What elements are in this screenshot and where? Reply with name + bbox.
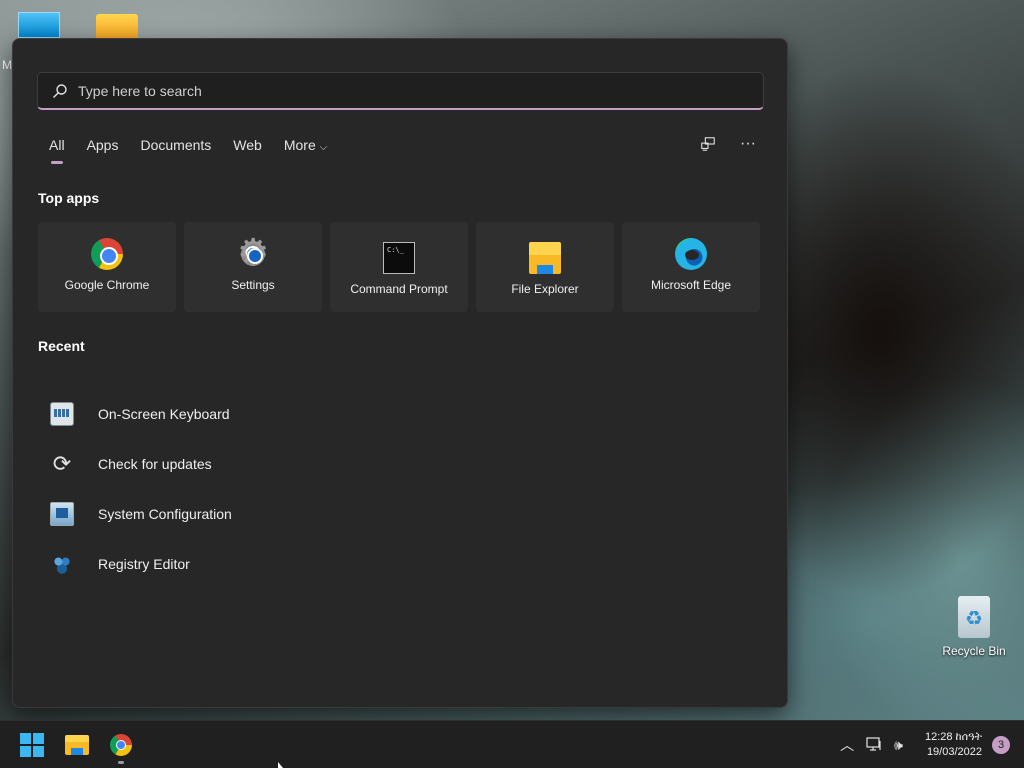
- recent-item-check-for-updates[interactable]: ⟳ Check for updates: [38, 439, 765, 489]
- volume-icon[interactable]: 🕪: [894, 737, 903, 754]
- search-icon: [53, 83, 67, 98]
- desktop-monitor-icon[interactable]: [18, 12, 60, 38]
- recycle-bin[interactable]: Recycle Bin: [936, 596, 1012, 658]
- file-explorer-icon: [65, 735, 89, 755]
- recent-item-label: System Configuration: [98, 506, 232, 522]
- share-window-icon[interactable]: [699, 135, 717, 153]
- clock[interactable]: 12:28 ከሰዓት 19/03/2022: [925, 730, 982, 760]
- refresh-icon: ⟳: [52, 451, 72, 476]
- app-tile-microsoft-edge[interactable]: Microsoft Edge: [622, 222, 760, 312]
- desktop-icon-label: M: [2, 58, 12, 72]
- search-box[interactable]: [37, 72, 764, 110]
- app-tile-file-explorer[interactable]: File Explorer: [476, 222, 614, 312]
- chevron-up-icon[interactable]: ︿: [840, 735, 854, 755]
- edge-icon: [675, 238, 707, 270]
- search-filter-tabs: All Apps Documents Web More ⌵: [37, 135, 339, 164]
- start-icon: [20, 733, 44, 757]
- recent-item-label: On-Screen Keyboard: [98, 406, 230, 422]
- recycle-bin-label: Recycle Bin: [942, 644, 1006, 658]
- recent-item-on-screen-keyboard[interactable]: On-Screen Keyboard: [38, 389, 765, 439]
- app-name: Microsoft Edge: [650, 278, 732, 292]
- network-icon[interactable]: [866, 736, 882, 755]
- search-tools: ···: [699, 135, 757, 153]
- app-name: File Explorer: [511, 282, 579, 296]
- taskbar: ︿ 🕪 12:28 ከሰዓት 19/03/2022 3: [0, 720, 1024, 768]
- recent-item-system-configuration[interactable]: System Configuration: [38, 489, 765, 539]
- recent-list: On-Screen Keyboard ⟳ Check for updates S…: [38, 389, 765, 589]
- tab-all[interactable]: All: [37, 135, 76, 164]
- chrome-icon: [91, 238, 123, 270]
- chrome-icon: [110, 734, 132, 756]
- top-apps-grid: Google Chrome Settings Command Prompt Fi…: [38, 222, 760, 312]
- recycle-bin-icon: [958, 596, 990, 638]
- recent-item-label: Check for updates: [98, 456, 212, 472]
- app-tile-settings[interactable]: Settings: [184, 222, 322, 312]
- settings-gear-icon: [237, 234, 269, 270]
- notification-badge[interactable]: 3: [992, 736, 1010, 754]
- ellipsis-icon[interactable]: ···: [739, 135, 757, 153]
- chevron-down-icon: ⌵: [319, 142, 328, 153]
- recent-item-label: Registry Editor: [98, 556, 190, 572]
- recent-heading: Recent: [38, 338, 85, 354]
- recent-item-registry-editor[interactable]: Registry Editor: [38, 539, 765, 589]
- top-apps-heading: Top apps: [38, 190, 100, 206]
- app-tile-command-prompt[interactable]: Command Prompt: [330, 222, 468, 312]
- tab-documents[interactable]: Documents: [129, 135, 222, 155]
- desktop-folder-icon[interactable]: [96, 14, 138, 38]
- app-name: Settings: [231, 278, 275, 292]
- app-tile-google-chrome[interactable]: Google Chrome: [38, 222, 176, 312]
- tab-apps[interactable]: Apps: [76, 135, 130, 155]
- registry-icon: [50, 552, 74, 576]
- keyboard-icon: [50, 402, 74, 426]
- folder-icon: [529, 242, 561, 274]
- app-name: Command Prompt: [350, 282, 448, 296]
- start-button[interactable]: [16, 729, 48, 761]
- clock-date: 19/03/2022: [926, 746, 982, 758]
- search-input[interactable]: [78, 82, 763, 99]
- tab-web[interactable]: Web: [222, 135, 273, 155]
- system-tray: ︿ 🕪 12:28 ከሰዓት 19/03/2022 3: [840, 721, 1010, 768]
- tab-more-label: More: [283, 137, 316, 153]
- system-config-icon: [50, 502, 74, 526]
- mouse-cursor-icon: [278, 762, 283, 768]
- command-prompt-icon: [383, 242, 415, 274]
- app-name: Google Chrome: [64, 278, 150, 292]
- taskbar-chrome[interactable]: [105, 729, 137, 764]
- running-indicator: [118, 761, 124, 764]
- search-panel: All Apps Documents Web More⌵ ··· Top app…: [12, 38, 788, 708]
- taskbar-file-explorer[interactable]: [61, 729, 93, 761]
- tab-more[interactable]: More ⌵: [273, 135, 339, 155]
- clock-time: 12:28 ከሰዓት: [924, 731, 982, 743]
